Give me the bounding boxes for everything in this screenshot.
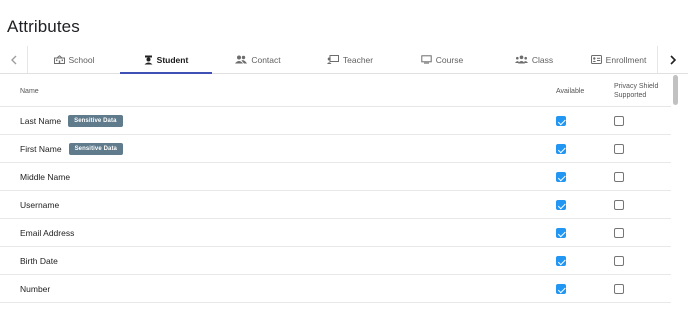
privacy-shield-checkbox[interactable] [614,116,624,126]
privacy-shield-checkbox[interactable] [614,172,624,182]
sensitive-data-badge: Sensitive Data [68,115,123,127]
privacy-shield-checkbox[interactable] [614,228,624,238]
teacher-icon [326,55,339,64]
table-row: Last Name Sensitive Data [0,107,671,135]
table-row: Middle Name [0,163,671,191]
tab-course-label: Course [435,54,464,65]
page-title: Attributes [7,17,80,36]
privacy-shield-checkbox[interactable] [614,200,624,210]
tabs: School Student Contact Teacher Course Cl… [28,46,657,74]
school-icon [53,55,65,64]
table-row: Number [0,275,671,303]
attribute-name: Last Name [20,116,62,126]
tab-course[interactable]: Course [396,46,488,73]
vertical-scrollbar-thumb[interactable] [673,75,678,105]
course-icon [421,55,432,64]
scroll-tabs-left-button[interactable] [0,46,28,73]
sensitive-data-badge: Sensitive Data [68,143,123,155]
contact-icon [235,55,248,64]
tab-contact[interactable]: Contact [212,46,304,73]
tab-class[interactable]: Class [488,46,580,73]
column-header-privacy-shield: Privacy Shield Supported [614,83,659,99]
table-row: Username [0,191,671,219]
tab-teacher-label: Teacher [342,54,374,65]
scroll-tabs-right-button[interactable] [657,46,688,73]
tab-enrollment-label: Enrollment [605,54,647,65]
tab-enrollment[interactable]: Enrollment [580,46,657,73]
enrollment-icon [590,55,602,64]
attribute-name: Email Address [20,228,75,238]
privacy-shield-checkbox[interactable] [614,144,624,154]
column-header-available: Available [556,88,585,95]
attribute-name: Username [20,200,60,210]
available-checkbox[interactable] [556,200,566,210]
available-checkbox[interactable] [556,256,566,266]
table-row: Birth Date [0,247,671,275]
column-header-name: Name [20,88,39,95]
tab-bar: School Student Contact Teacher Course Cl… [0,46,688,74]
tab-student-label: Student [156,54,189,65]
table-row: Email Address [0,219,671,247]
available-checkbox[interactable] [556,284,566,294]
class-icon [514,55,528,64]
tab-contact-label: Contact [251,54,281,65]
student-icon [144,55,153,64]
chevron-left-icon [10,55,16,64]
available-checkbox[interactable] [556,116,566,126]
attribute-name: First Name [20,144,62,154]
privacy-shield-checkbox[interactable] [614,284,624,294]
table-header: Name Available Privacy Shield Supported [0,74,671,107]
tab-teacher[interactable]: Teacher [304,46,396,73]
available-checkbox[interactable] [556,228,566,238]
privacy-shield-checkbox[interactable] [614,256,624,266]
attribute-name: Middle Name [20,172,71,182]
available-checkbox[interactable] [556,172,566,182]
tab-class-label: Class [531,54,554,65]
tab-school[interactable]: School [28,46,120,73]
chevron-right-icon [670,54,677,65]
tab-school-label: School [68,54,95,65]
attribute-name: Birth Date [20,256,58,266]
attribute-name: Number [20,284,51,294]
table-row: First Name Sensitive Data [0,135,671,163]
tab-student[interactable]: Student [120,46,212,74]
available-checkbox[interactable] [556,144,566,154]
